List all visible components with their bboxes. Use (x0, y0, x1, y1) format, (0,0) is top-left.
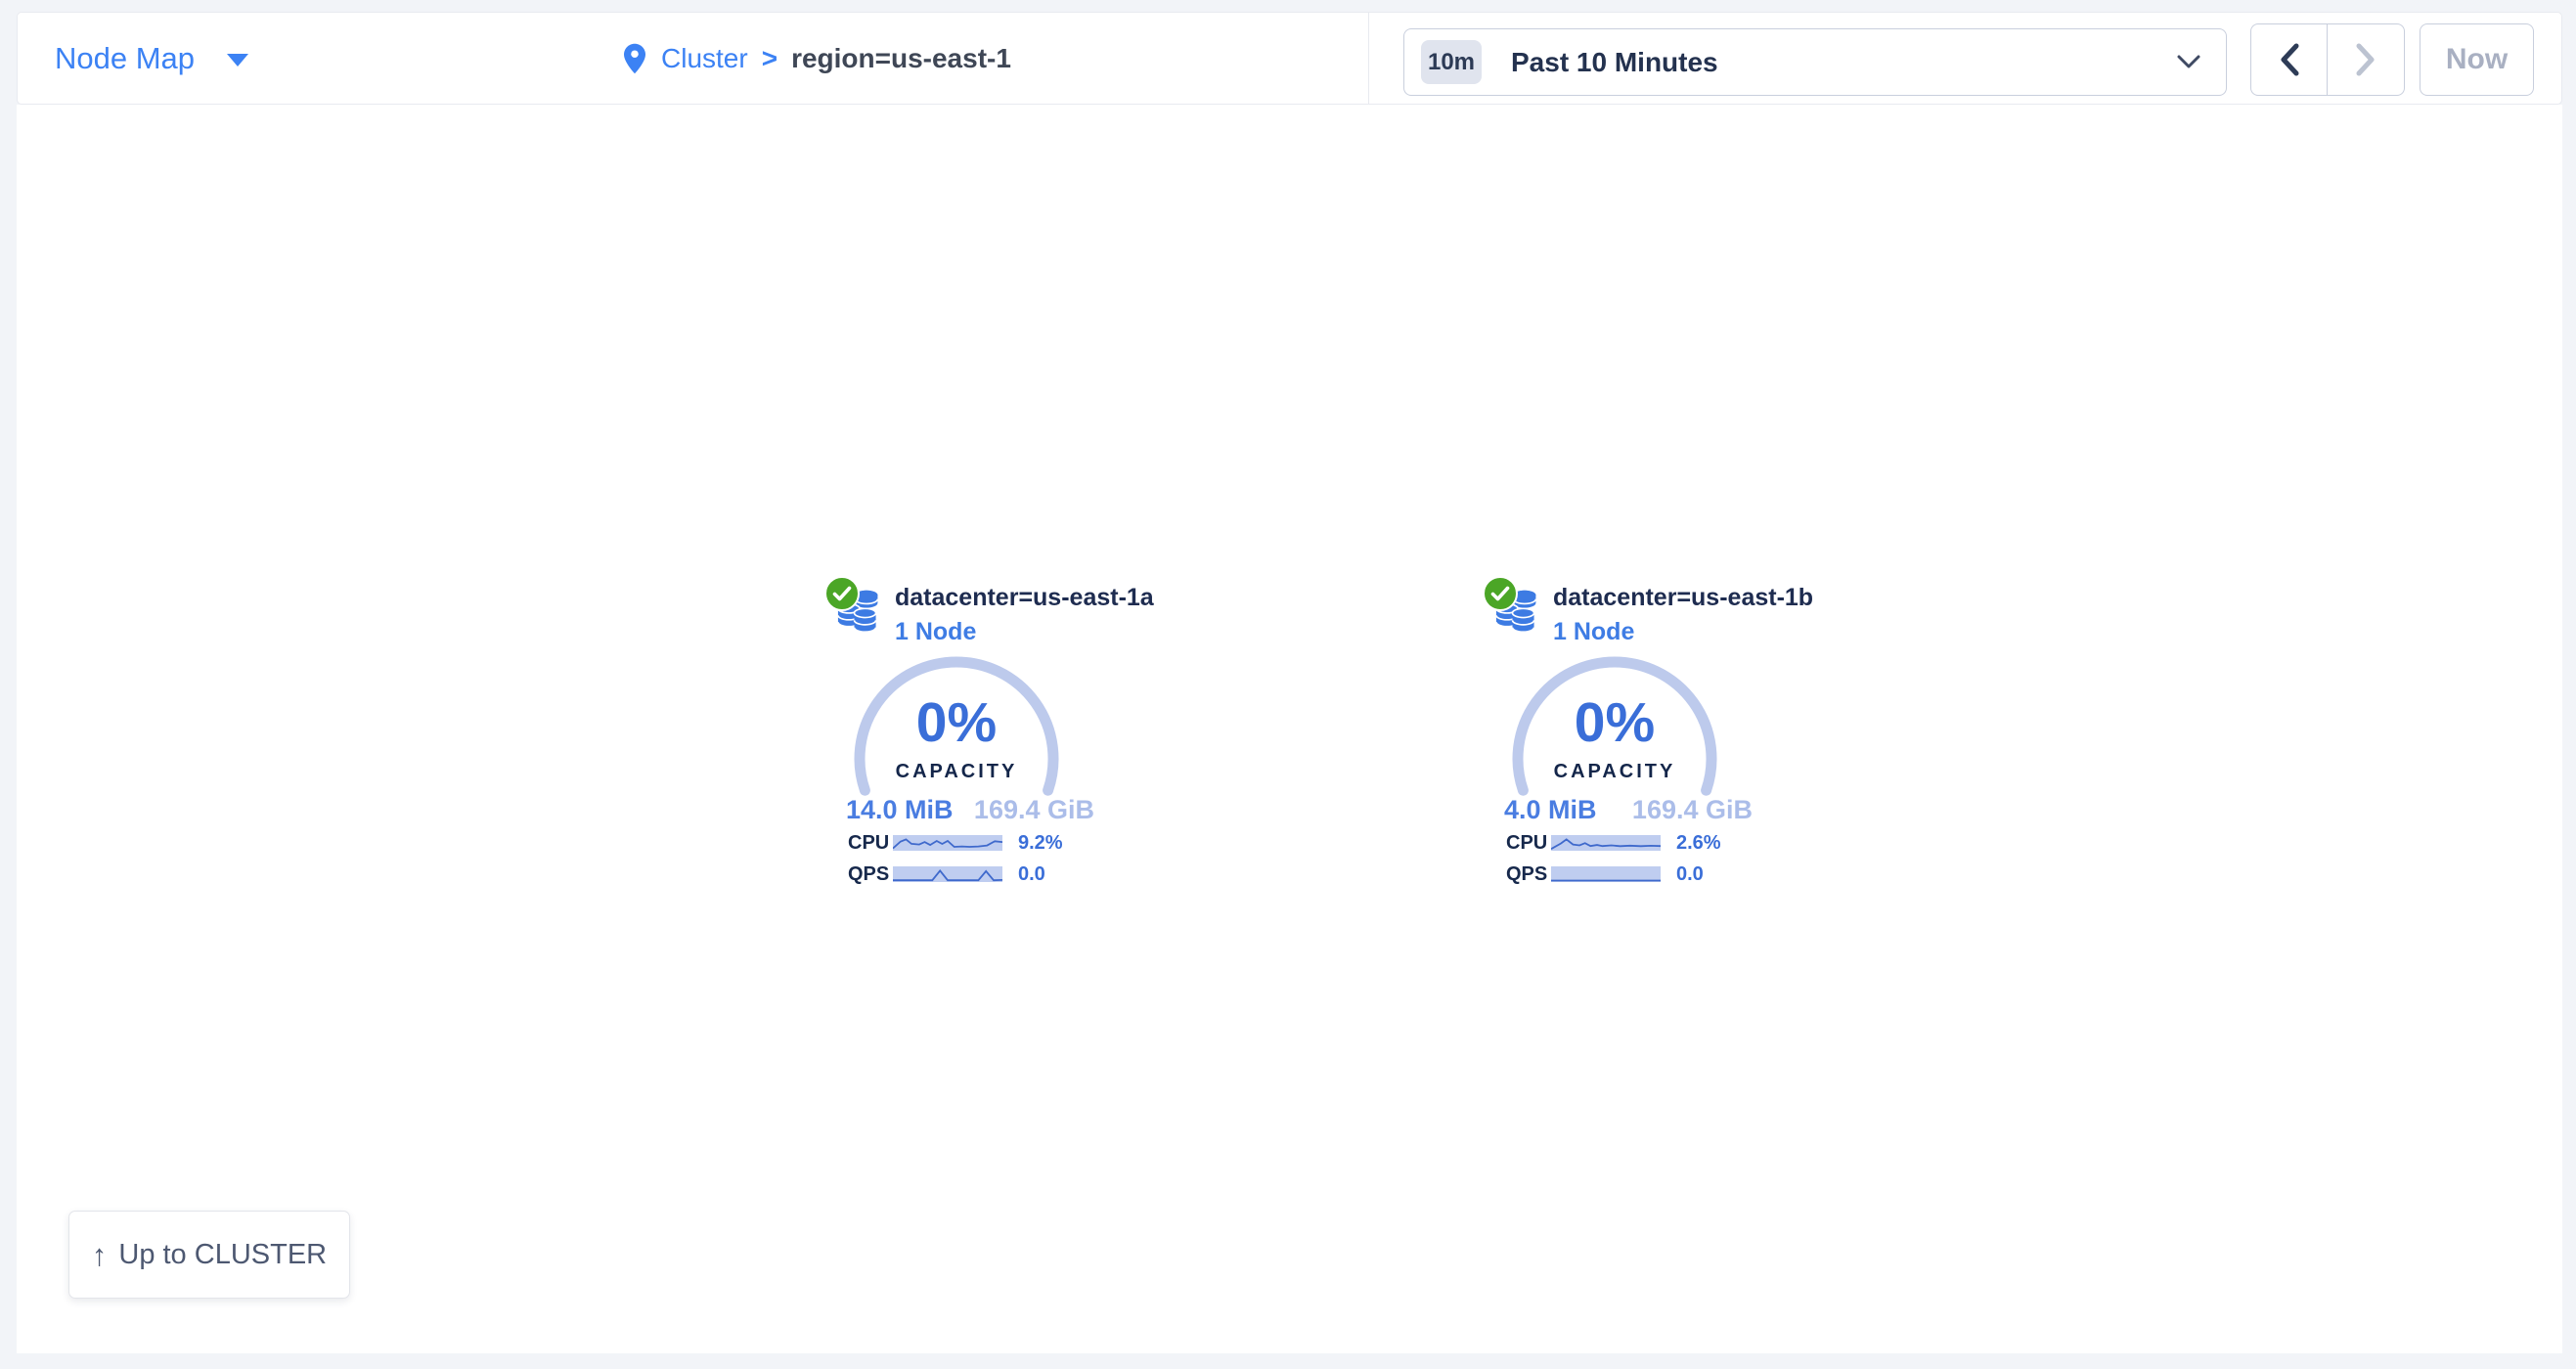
qps-label: QPS (1506, 863, 1551, 886)
cpu-sparkline (893, 835, 1002, 851)
locality-card-us-east-1b[interactable]: datacenter=us-east-1b 1 Node 0% CAPACITY… (1483, 572, 1756, 895)
storage-total: 169.4 GiB (974, 795, 1094, 825)
bottom-strip (0, 1353, 2576, 1369)
cpu-value: 9.2% (1018, 832, 1063, 855)
chevron-down-icon (2177, 55, 2200, 68)
chevron-right-icon (2355, 43, 2376, 76)
storage-used: 4.0 MiB (1504, 795, 1597, 825)
breadcrumb-separator: > (762, 43, 777, 74)
cpu-label: CPU (848, 832, 893, 855)
capacity-label: CAPACITY (824, 761, 1088, 783)
top-bar: Node Map Cluster > region=us-east-1 10m … (17, 12, 2562, 105)
view-selector-label: Node Map (55, 41, 195, 76)
arrow-up-icon: ↑ (92, 1240, 108, 1270)
locality-card-us-east-1a[interactable]: datacenter=us-east-1a 1 Node 0% CAPACITY… (824, 572, 1098, 895)
qps-value: 0.0 (1676, 863, 1704, 886)
time-range-badge: 10m (1421, 40, 1482, 84)
time-nav-buttons (2250, 23, 2405, 96)
up-to-cluster-button[interactable]: ↑ Up to CLUSTER (68, 1211, 350, 1299)
capacity-percent: 0% (824, 695, 1088, 751)
topbar-divider (1368, 13, 1369, 104)
locality-node-count: 1 Node (895, 618, 1154, 646)
up-to-cluster-label: Up to CLUSTER (118, 1239, 327, 1271)
chevron-left-icon (2279, 43, 2300, 76)
qps-sparkline (1551, 866, 1661, 882)
status-live-icon (1483, 576, 1518, 611)
qps-label: QPS (848, 863, 893, 886)
card-titles: datacenter=us-east-1a 1 Node (895, 584, 1154, 646)
locality-title: datacenter=us-east-1b (1553, 584, 1813, 612)
cpu-value: 2.6% (1676, 832, 1721, 855)
view-selector[interactable]: Node Map (55, 13, 248, 104)
now-button[interactable]: Now (2420, 23, 2534, 96)
location-pin-icon (624, 43, 645, 74)
node-map-canvas: datacenter=us-east-1a 1 Node 0% CAPACITY… (17, 105, 2562, 1353)
storage-row: 14.0 MiB 169.4 GiB (846, 795, 1094, 825)
time-range-selector[interactable]: 10m Past 10 Minutes (1403, 28, 2227, 96)
card-titles: datacenter=us-east-1b 1 Node (1553, 584, 1813, 646)
time-prev-button[interactable] (2251, 24, 2328, 95)
breadcrumb-cluster-link[interactable]: Cluster (661, 43, 748, 74)
time-range-label: Past 10 Minutes (1511, 47, 1718, 78)
qps-metric-row: QPS 0.0 (848, 863, 1075, 885)
storage-used: 14.0 MiB (846, 795, 954, 825)
qps-sparkline (893, 866, 1002, 882)
qps-value: 0.0 (1018, 863, 1045, 886)
qps-metric-row: QPS 0.0 (1506, 863, 1733, 885)
capacity-label: CAPACITY (1483, 761, 1747, 783)
breadcrumb-current: region=us-east-1 (791, 43, 1011, 74)
caret-down-icon (227, 54, 248, 66)
capacity-percent: 0% (1483, 695, 1747, 751)
cpu-metric-row: CPU 9.2% (848, 832, 1075, 854)
cpu-sparkline (1551, 835, 1661, 851)
cpu-metric-row: CPU 2.6% (1506, 832, 1733, 854)
storage-total: 169.4 GiB (1632, 795, 1753, 825)
status-live-icon (824, 576, 860, 611)
storage-row: 4.0 MiB 169.4 GiB (1504, 795, 1753, 825)
cpu-label: CPU (1506, 832, 1551, 855)
breadcrumb: Cluster > region=us-east-1 (624, 13, 1011, 104)
locality-title: datacenter=us-east-1a (895, 584, 1154, 612)
time-next-button[interactable] (2328, 24, 2404, 95)
locality-node-count: 1 Node (1553, 618, 1813, 646)
